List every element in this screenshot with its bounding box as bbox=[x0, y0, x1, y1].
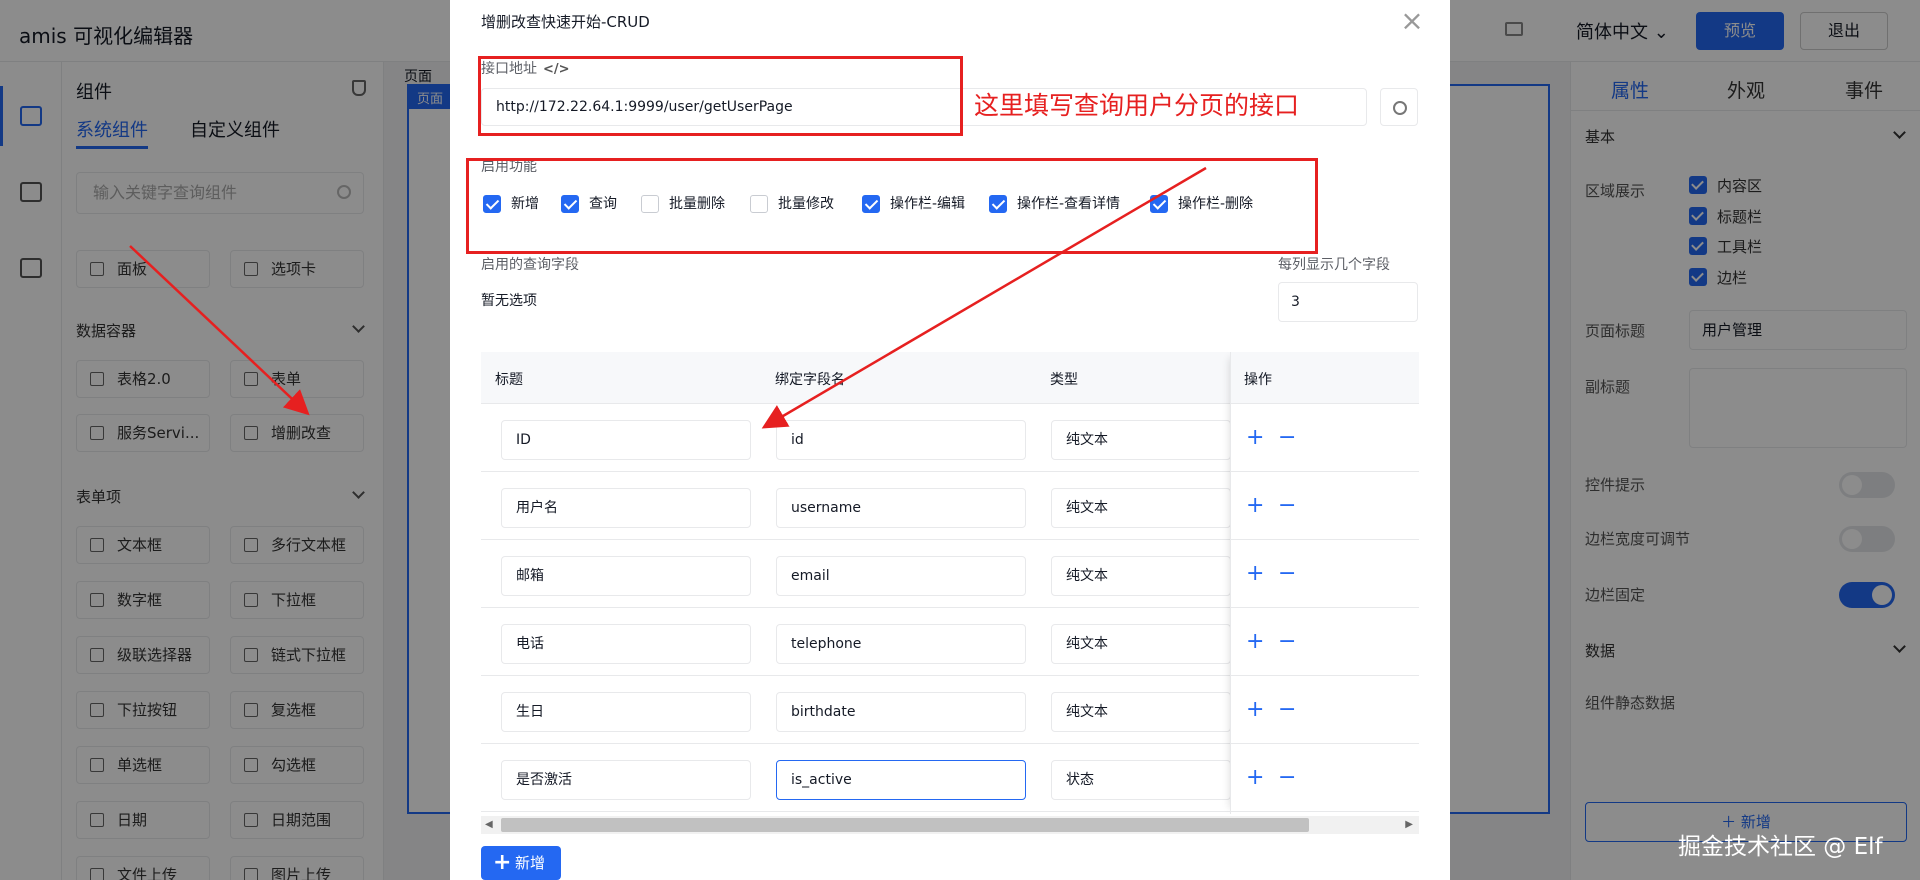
type-select[interactable]: 纯文本 bbox=[1051, 556, 1231, 596]
type-select[interactable]: 纯文本 bbox=[1051, 692, 1231, 732]
watermark: 掘金技术社区 @ Elf bbox=[1678, 834, 1883, 860]
title-input[interactable]: ID bbox=[501, 420, 751, 460]
close-icon[interactable]: × bbox=[1400, 7, 1424, 35]
type-select[interactable]: 状态 bbox=[1051, 760, 1231, 800]
scrollbar-thumb[interactable] bbox=[501, 818, 1309, 832]
field-input[interactable]: email bbox=[776, 556, 1026, 596]
scroll-left-icon[interactable]: ◀ bbox=[485, 819, 493, 830]
annotation-box-features bbox=[466, 158, 1318, 254]
dialog-title: 增删改查快速开始-CRUD bbox=[481, 13, 650, 31]
per-column-input[interactable]: 3 bbox=[1278, 282, 1418, 322]
title-input[interactable]: 邮箱 bbox=[501, 556, 751, 596]
type-select[interactable]: 纯文本 bbox=[1051, 624, 1231, 664]
field-input[interactable]: is_active bbox=[776, 760, 1026, 800]
field-input[interactable]: birthdate bbox=[776, 692, 1026, 732]
title-input[interactable]: 用户名 bbox=[501, 488, 751, 528]
per-column-label: 每列显示几个字段 bbox=[1278, 257, 1390, 273]
type-select[interactable]: 纯文本 bbox=[1051, 420, 1231, 460]
scroll-right-icon[interactable]: ▶ bbox=[1405, 819, 1413, 830]
plus-icon: + bbox=[493, 850, 512, 875]
title-input[interactable]: 生日 bbox=[501, 692, 751, 732]
fields-table: 标题 绑定字段名 类型 操作 ID id 纯文本 + − 用户名 usernam… bbox=[481, 352, 1419, 814]
horizontal-scrollbar[interactable]: ◀ ▶ bbox=[481, 816, 1419, 834]
query-fields-label: 启用的查询字段 bbox=[481, 257, 579, 273]
type-select[interactable]: 纯文本 bbox=[1051, 488, 1231, 528]
add-field-button[interactable]: + 新增 bbox=[481, 846, 561, 880]
query-fields-empty: 暂无选项 bbox=[481, 293, 537, 309]
title-input[interactable]: 是否激活 bbox=[501, 760, 751, 800]
fixed-operation-column bbox=[1230, 352, 1419, 814]
api-settings-icon[interactable] bbox=[1380, 88, 1418, 126]
annotation-box-api bbox=[478, 56, 963, 136]
column-header: 类型 bbox=[1050, 372, 1078, 388]
title-input[interactable]: 电话 bbox=[501, 624, 751, 664]
column-header: 标题 bbox=[495, 372, 523, 388]
annotation-text: 这里填写查询用户分页的接口 bbox=[974, 91, 1300, 120]
field-input[interactable]: id bbox=[776, 420, 1026, 460]
field-input[interactable]: telephone bbox=[776, 624, 1026, 664]
column-header: 绑定字段名 bbox=[775, 372, 845, 388]
field-input[interactable]: username bbox=[776, 488, 1026, 528]
